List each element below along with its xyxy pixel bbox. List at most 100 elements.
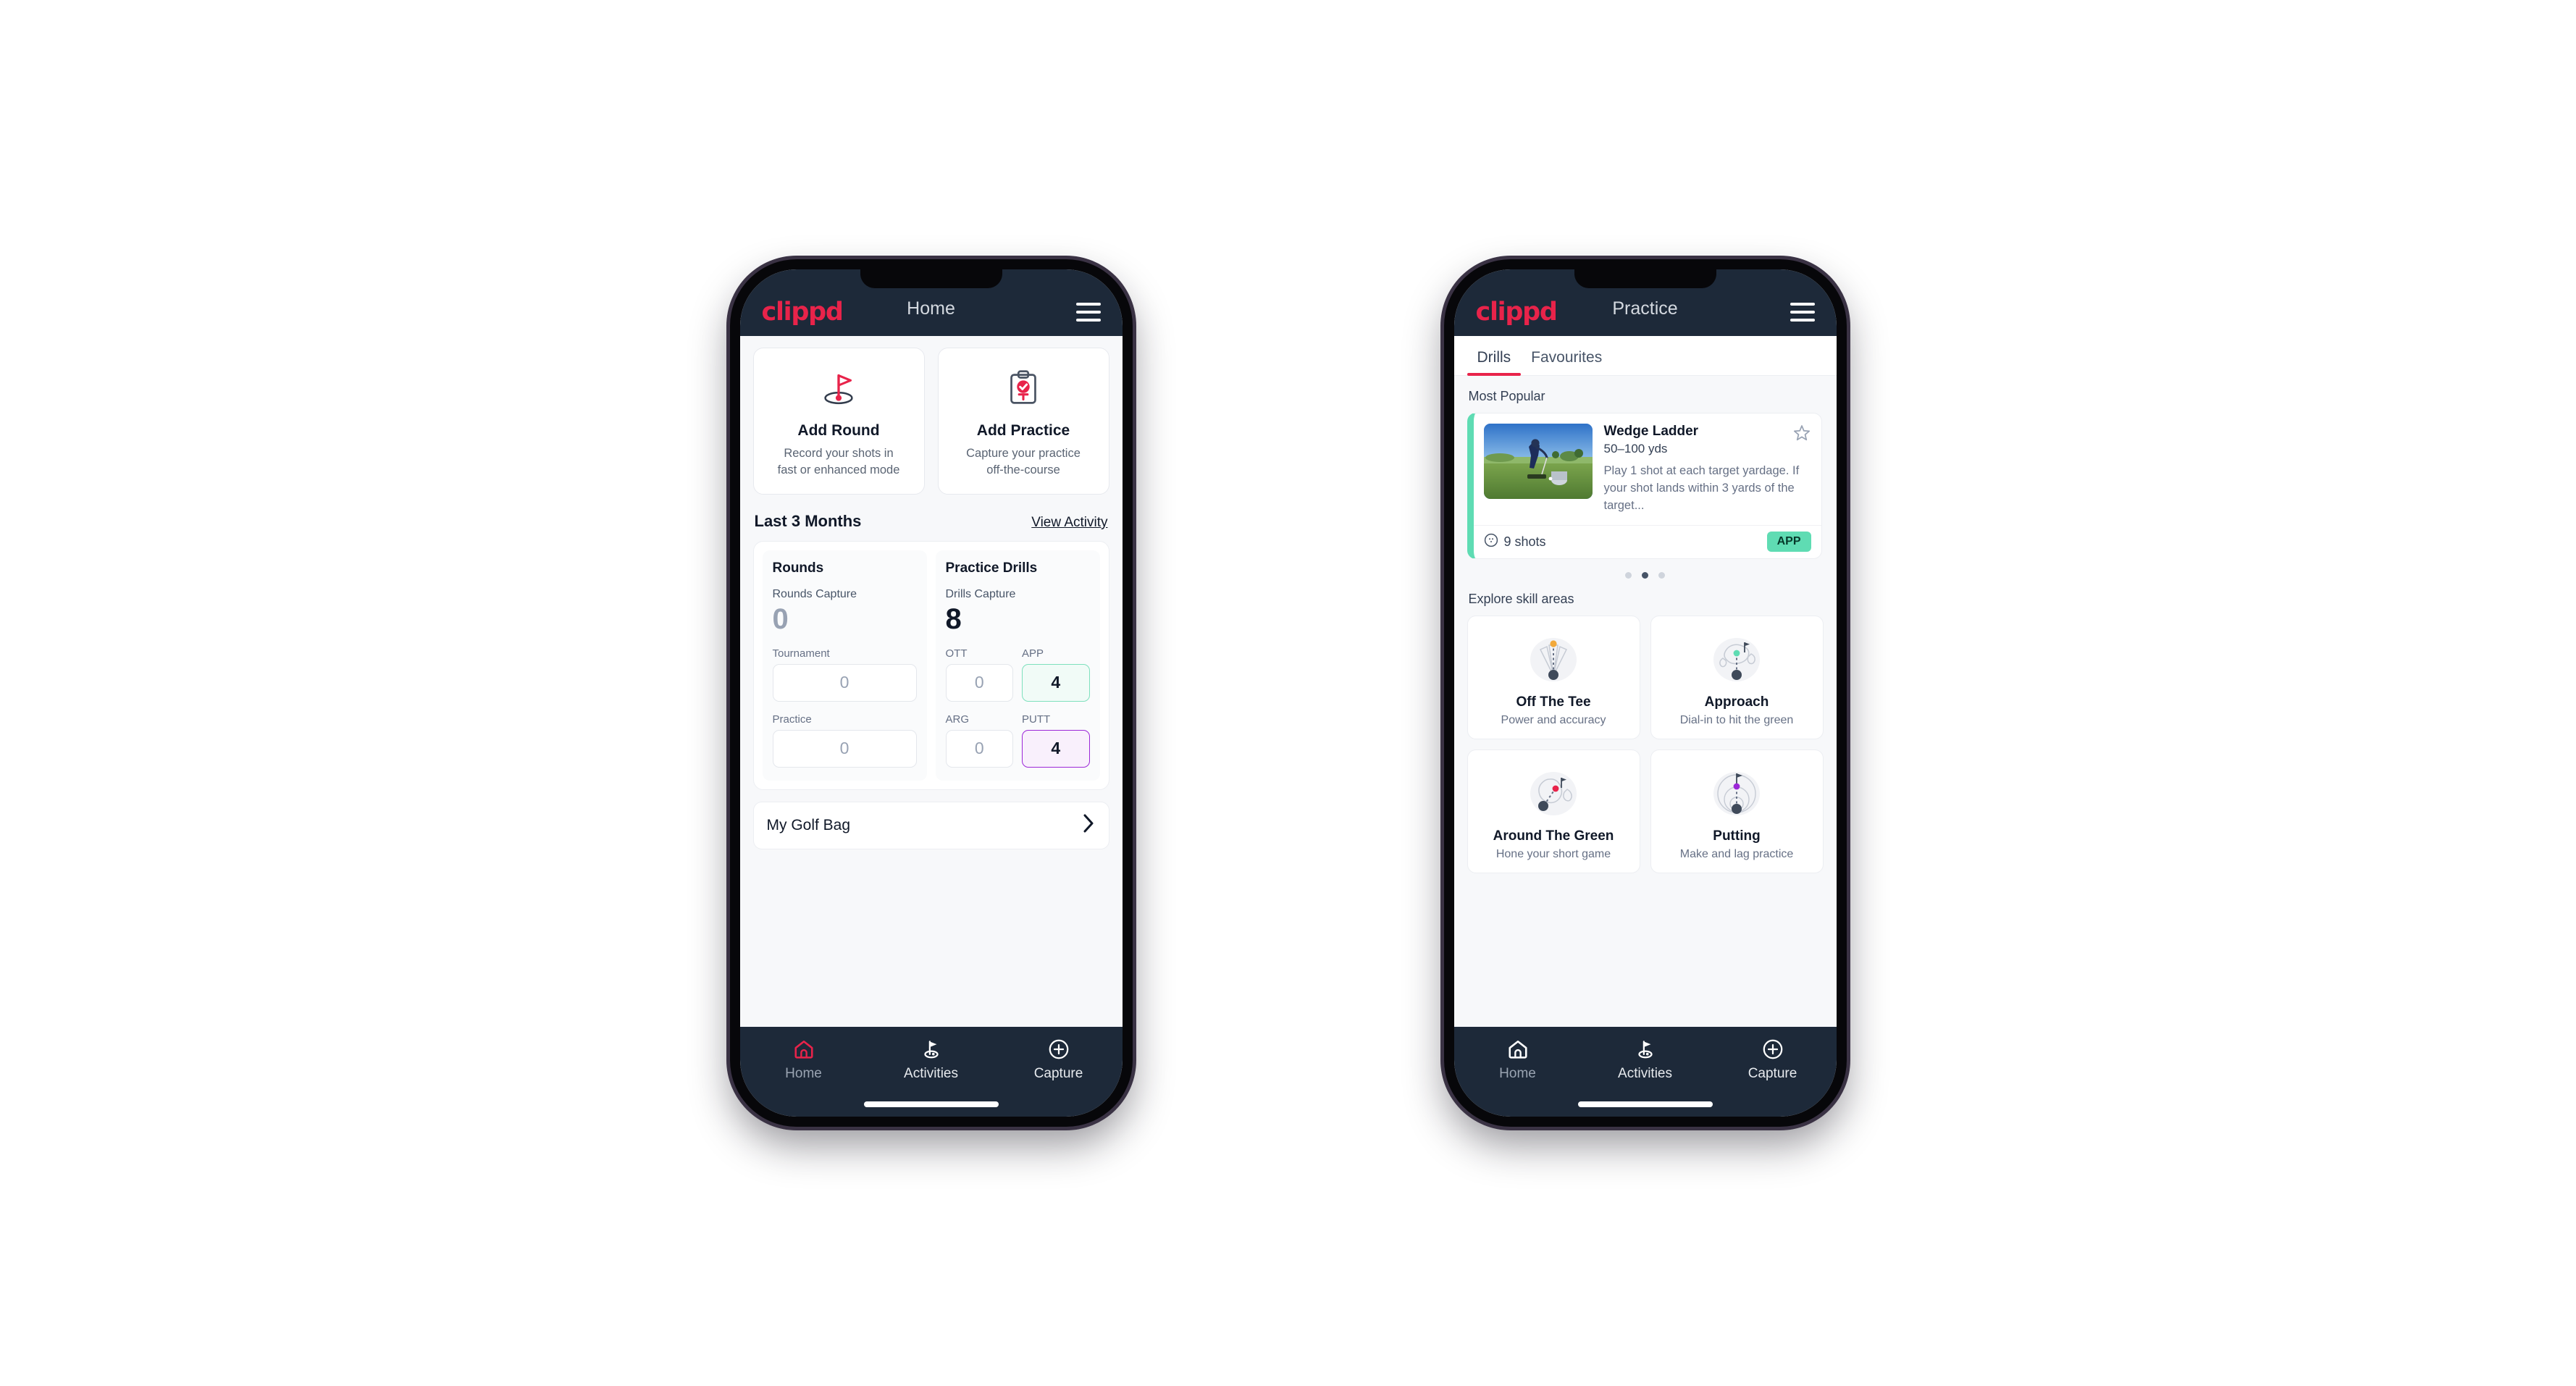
- most-popular-label: Most Popular: [1468, 389, 1545, 403]
- my-golf-bag-row[interactable]: My Golf Bag: [752, 801, 1109, 849]
- add-round-subtitle-l2: fast or enhanced mode: [777, 463, 900, 477]
- home-icon: [793, 1037, 815, 1062]
- hamburger-icon[interactable]: [1790, 303, 1815, 322]
- add-practice-subtitle: Capture your practice off-the-course: [947, 445, 1100, 479]
- add-round-subtitle: Record your shots in fast or enhanced mo…: [763, 445, 915, 479]
- practice-label: Practice: [772, 713, 812, 726]
- nav-home[interactable]: Home: [1454, 1037, 1582, 1082]
- skill-card-putting[interactable]: Putting Make and lag practice: [1650, 749, 1824, 873]
- drills-heading: Practice Drills: [945, 560, 1038, 576]
- nav-home-label: Home: [1499, 1066, 1536, 1081]
- drill-card-wedge-ladder[interactable]: Wedge Ladder 50–100 yds Play 1 shot at e…: [1467, 413, 1822, 559]
- drill-card-footer: 9 shots APP: [1473, 524, 1821, 558]
- skill-title: Off The Tee: [1516, 694, 1591, 710]
- nav-capture[interactable]: Capture: [1709, 1037, 1837, 1082]
- drill-skill-badge: APP: [1766, 532, 1811, 553]
- view-activity-link[interactable]: View Activity: [1031, 515, 1107, 531]
- nav-activities-label: Activities: [1618, 1066, 1672, 1081]
- skill-title: Putting: [1713, 828, 1761, 844]
- practice-tabs: Drills Favourites: [1453, 336, 1837, 376]
- add-practice-card[interactable]: Add Practice Capture your practice off-t…: [937, 348, 1109, 495]
- tab-favourites[interactable]: Favourites: [1521, 343, 1612, 375]
- skill-card-off-the-tee[interactable]: Off The Tee Power and accuracy: [1467, 615, 1640, 739]
- phone-notch: [860, 269, 1002, 288]
- practice-value[interactable]: 0: [772, 729, 917, 768]
- golf-flag-icon: [920, 1037, 943, 1062]
- home-content: Add Round Record your shots in fast or e…: [739, 336, 1123, 1027]
- practice-bottom-nav: Home Activities Capture: [1453, 1027, 1837, 1117]
- putting-rings-icon: [1658, 762, 1816, 823]
- nav-capture-label: Capture: [1033, 1066, 1083, 1081]
- add-practice-subtitle-l1: Capture your practice: [966, 447, 1081, 460]
- drill-carousel[interactable]: Wedge Ladder 50–100 yds Play 1 shot at e…: [1467, 413, 1824, 559]
- drill-meta: Wedge Ladder 50–100 yds Play 1 shot at e…: [1604, 424, 1811, 515]
- drills-column: Practice Drills Drills Capture 8 OTT 0 A…: [935, 550, 1100, 781]
- ott-label: OTT: [945, 647, 968, 660]
- nav-activities[interactable]: Activities: [1582, 1037, 1709, 1082]
- add-round-card[interactable]: Add Round Record your shots in fast or e…: [752, 348, 925, 495]
- rounds-capture-label: Rounds Capture: [772, 587, 857, 600]
- skill-areas-grid: Off The Tee Power and accuracy Approach …: [1467, 615, 1824, 873]
- rounds-capture-value: 0: [772, 602, 789, 635]
- putt-value[interactable]: 4: [1022, 729, 1090, 768]
- skill-title: Approach: [1704, 694, 1769, 710]
- skill-title: Around The Green: [1493, 828, 1614, 844]
- nav-activities[interactable]: Activities: [868, 1037, 995, 1082]
- phone-notch: [1574, 269, 1716, 288]
- drills-capture-value: 8: [945, 602, 962, 635]
- arg-value[interactable]: 0: [945, 729, 1013, 768]
- ott-value[interactable]: 0: [945, 663, 1013, 702]
- skill-subtitle: Dial-in to hit the green: [1679, 713, 1794, 726]
- carousel-dot-3[interactable]: [1658, 571, 1665, 579]
- clippd-logo[interactable]: clippd: [1476, 299, 1558, 325]
- home-icon: [1507, 1037, 1529, 1062]
- phone-home: clippd Home Add Round Record your shots …: [729, 259, 1133, 1127]
- phone-practice-screen: clippd Practice Drills Favourites Most P…: [1453, 269, 1837, 1117]
- quick-actions-row: Add Round Record your shots in fast or e…: [752, 348, 1109, 495]
- tab-drills[interactable]: Drills: [1467, 343, 1522, 376]
- nav-capture[interactable]: Capture: [995, 1037, 1123, 1082]
- my-golf-bag-label: My Golf Bag: [766, 816, 851, 833]
- skill-subtitle: Make and lag practice: [1679, 847, 1794, 860]
- rounds-column: Rounds Rounds Capture 0 Tournament 0 Pra…: [762, 550, 927, 781]
- plus-circle-icon: [1762, 1037, 1784, 1062]
- hamburger-icon[interactable]: [1075, 303, 1101, 322]
- nav-home[interactable]: Home: [740, 1037, 868, 1082]
- drills-row-2: ARG 0 PUTT 4: [945, 702, 1090, 768]
- skill-subtitle: Power and accuracy: [1501, 713, 1606, 726]
- skill-card-around-the-green[interactable]: Around The Green Hone your short game: [1467, 749, 1640, 873]
- tournament-label: Tournament: [772, 647, 830, 660]
- skill-subtitle: Hone your short game: [1495, 847, 1611, 860]
- clippd-logo[interactable]: clippd: [762, 299, 844, 325]
- drill-card-body: Wedge Ladder 50–100 yds Play 1 shot at e…: [1474, 413, 1821, 525]
- home-bottom-nav: Home Activities Capture: [739, 1027, 1123, 1117]
- app-value[interactable]: 4: [1022, 663, 1090, 702]
- explore-skill-areas-label: Explore skill areas: [1468, 591, 1574, 606]
- phone-practice: clippd Practice Drills Favourites Most P…: [1443, 259, 1847, 1127]
- drill-thumbnail: [1483, 424, 1593, 499]
- golf-flag-icon: [1634, 1037, 1657, 1062]
- star-outline-icon[interactable]: [1792, 424, 1811, 446]
- home-indicator-bar: [863, 1101, 999, 1107]
- app-label: APP: [1022, 647, 1044, 660]
- drill-description: Play 1 shot at each target yardage. If y…: [1603, 464, 1800, 512]
- tournament-value[interactable]: 0: [772, 663, 917, 702]
- drill-shots-label: 9 shots: [1503, 534, 1546, 549]
- add-practice-title: Add Practice: [976, 422, 1070, 439]
- carousel-dot-1[interactable]: [1625, 571, 1632, 579]
- plus-circle-icon: [1048, 1037, 1070, 1062]
- add-round-title: Add Round: [797, 422, 880, 439]
- carousel-dot-2[interactable]: [1642, 571, 1648, 579]
- home-scroll-area: Add Round Record your shots in fast or e…: [740, 336, 1123, 1027]
- nav-home-label: Home: [785, 1066, 822, 1081]
- stats-card: Rounds Rounds Capture 0 Tournament 0 Pra…: [752, 540, 1109, 790]
- clipboard-check-icon: [947, 364, 1100, 412]
- putt-label: PUTT: [1022, 713, 1051, 726]
- drills-capture-label: Drills Capture: [945, 587, 1016, 600]
- screenshot-stage: clippd Home Add Round Record your shots …: [0, 0, 2576, 1386]
- golf-ball-icon: [1484, 533, 1498, 551]
- add-round-subtitle-l1: Record your shots in: [784, 447, 894, 460]
- tee-shot-fan-icon: [1475, 628, 1632, 689]
- skill-card-approach[interactable]: Approach Dial-in to hit the green: [1650, 615, 1824, 739]
- chip-around-green-icon: [1475, 762, 1632, 823]
